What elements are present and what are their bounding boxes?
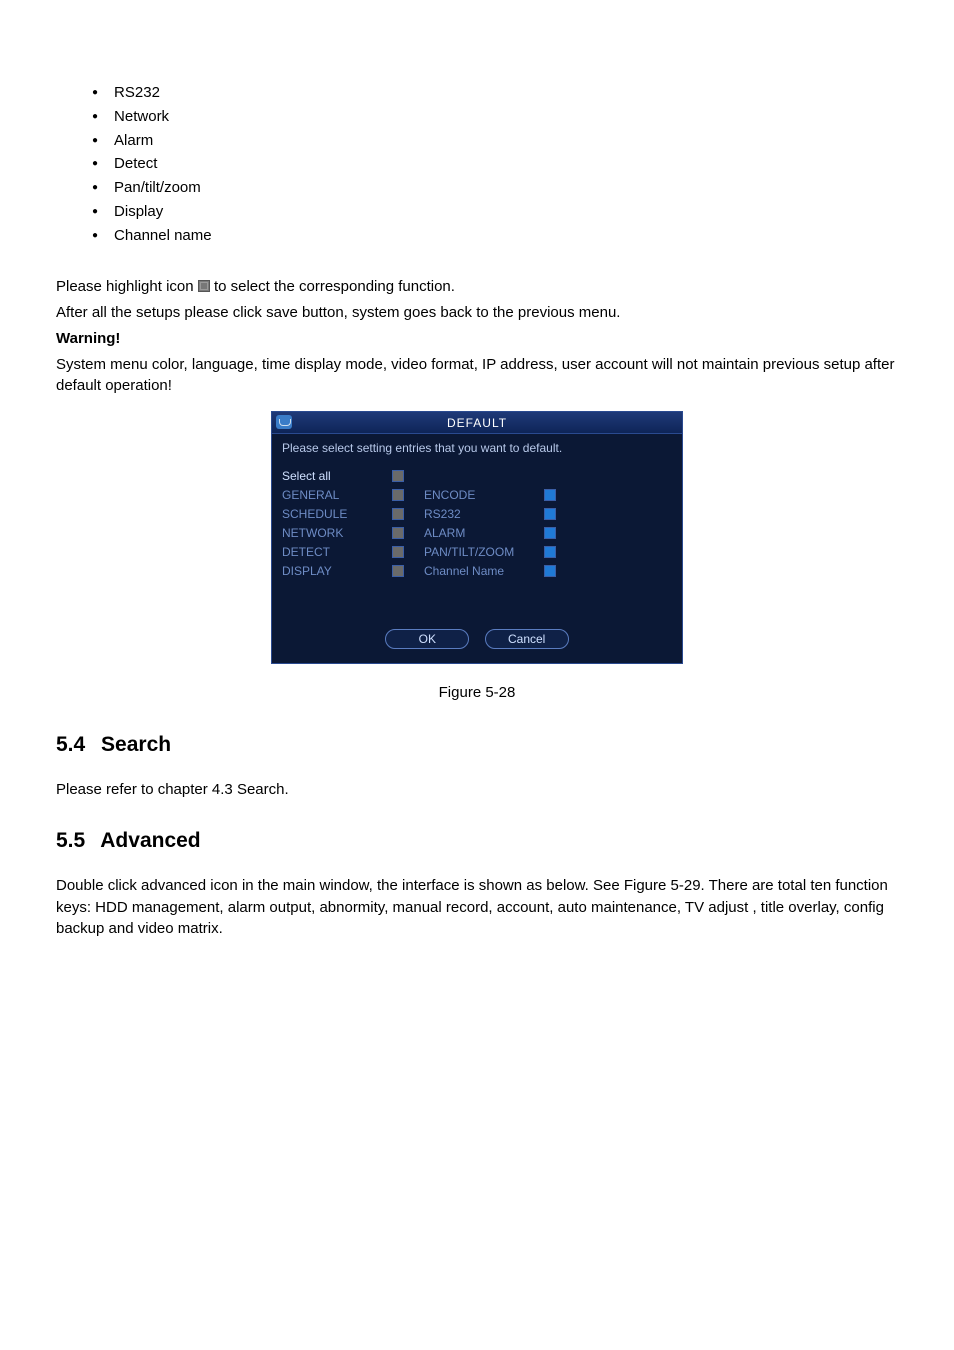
- ok-button[interactable]: OK: [385, 629, 469, 649]
- section-title: Search: [101, 733, 171, 756]
- section-title: Advanced: [100, 829, 200, 852]
- cancel-button[interactable]: Cancel: [485, 629, 569, 649]
- option-pantiltzoom[interactable]: PAN/TILT/ZOOM: [424, 543, 544, 562]
- list-item: Alarm: [92, 130, 898, 152]
- section-number: 5.5: [56, 829, 85, 852]
- options-col-right-checks: [544, 467, 576, 581]
- option-detect[interactable]: DETECT: [282, 543, 392, 562]
- checkbox-icon: [198, 280, 210, 292]
- option-schedule[interactable]: SCHEDULE: [282, 505, 392, 524]
- checkbox-icon[interactable]: [544, 489, 556, 501]
- checkbox-icon[interactable]: [544, 546, 556, 558]
- list-item: RS232: [92, 82, 898, 104]
- option-spacer: [544, 467, 576, 486]
- paragraph-save: After all the setups please click save b…: [56, 302, 898, 324]
- section-heading-search: 5.4 Search: [56, 730, 898, 760]
- list-item: Detect: [92, 153, 898, 175]
- option-encode[interactable]: ENCODE: [424, 486, 544, 505]
- dialog-titlebar: DEFAULT: [272, 412, 682, 434]
- text-fragment: to select the corresponding function.: [214, 278, 455, 295]
- list-item: Network: [92, 106, 898, 128]
- options-col-right-labels: ENCODE RS232 ALARM PAN/TILT/ZOOM Channel…: [424, 467, 544, 581]
- dialog-instruction: Please select setting entries that you w…: [282, 440, 672, 457]
- checkbox-icon[interactable]: [392, 565, 404, 577]
- section-heading-advanced: 5.5 Advanced: [56, 826, 898, 856]
- section-number: 5.4: [56, 733, 85, 756]
- checkbox-icon[interactable]: [544, 565, 556, 577]
- section-body-advanced: Double click advanced icon in the main w…: [56, 875, 898, 940]
- dialog-title-text: DEFAULT: [447, 416, 507, 430]
- figure-caption: Figure 5-28: [56, 682, 898, 704]
- section-body-search: Please refer to chapter 4.3 Search.: [56, 779, 898, 801]
- option-display[interactable]: DISPLAY: [282, 562, 392, 581]
- options-col-left-labels: Select all GENERAL SCHEDULE NETWORK DETE…: [282, 467, 392, 581]
- default-dialog: DEFAULT Please select setting entries th…: [271, 411, 683, 664]
- warning-label: Warning!: [56, 328, 898, 350]
- feature-bullet-list: RS232 Network Alarm Detect Pan/tilt/zoom…: [92, 82, 898, 246]
- option-select-all[interactable]: Select all: [282, 467, 392, 486]
- checkbox-icon[interactable]: [392, 470, 404, 482]
- list-item: Channel name: [92, 225, 898, 247]
- dialog-options-grid: Select all GENERAL SCHEDULE NETWORK DETE…: [282, 467, 672, 581]
- text-fragment: Please highlight icon: [56, 278, 198, 295]
- option-spacer: [424, 467, 544, 486]
- options-col-left-checks: [392, 467, 424, 581]
- checkbox-icon[interactable]: [392, 489, 404, 501]
- dialog-figure: DEFAULT Please select setting entries th…: [56, 411, 898, 664]
- checkbox-icon[interactable]: [544, 527, 556, 539]
- option-channel-name[interactable]: Channel Name: [424, 562, 544, 581]
- checkbox-icon[interactable]: [544, 508, 556, 520]
- dialog-title-icon: [276, 415, 292, 429]
- option-rs232[interactable]: RS232: [424, 505, 544, 524]
- dialog-body: Please select setting entries that you w…: [272, 434, 682, 663]
- checkbox-icon[interactable]: [392, 527, 404, 539]
- dialog-button-row: OK Cancel: [282, 629, 672, 649]
- list-item: Display: [92, 201, 898, 223]
- option-general[interactable]: GENERAL: [282, 486, 392, 505]
- checkbox-icon[interactable]: [392, 508, 404, 520]
- option-alarm[interactable]: ALARM: [424, 524, 544, 543]
- paragraph-warning-body: System menu color, language, time displa…: [56, 354, 898, 398]
- paragraph-highlight: Please highlight icon to select the corr…: [56, 276, 898, 298]
- checkbox-icon[interactable]: [392, 546, 404, 558]
- list-item: Pan/tilt/zoom: [92, 177, 898, 199]
- option-network[interactable]: NETWORK: [282, 524, 392, 543]
